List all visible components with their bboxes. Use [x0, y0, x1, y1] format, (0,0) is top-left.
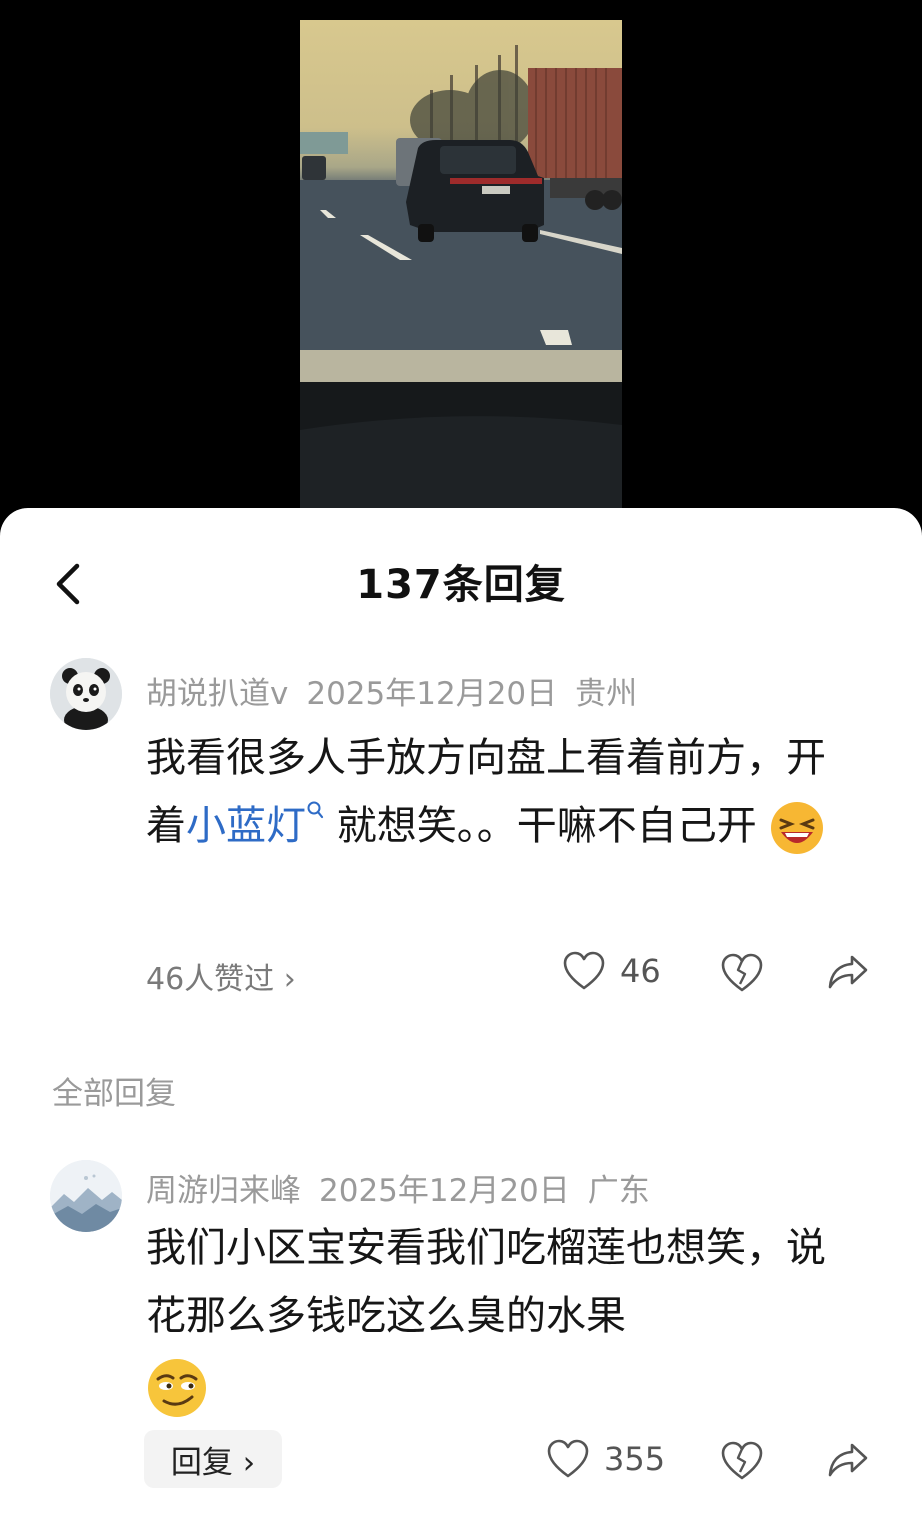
search-link-label: 小蓝灯 [186, 803, 306, 849]
search-link[interactable]: 小蓝灯 [186, 801, 324, 849]
heart-icon [547, 1439, 589, 1478]
heart-icon [563, 951, 605, 990]
comment-text: 我看很多人手放方向盘上看着前方，开着小蓝灯 就想笑。。干嘛不自己开 [146, 724, 846, 860]
share-button[interactable] [826, 952, 870, 992]
reply-username[interactable]: 周游归来峰 [146, 1173, 301, 1209]
search-icon [307, 801, 324, 819]
broken-heart-icon [721, 1441, 763, 1480]
reply-date: 2025年12月20日 [319, 1173, 570, 1209]
reply-text: 我们小区宝安看我们吃榴莲也想笑，说花那么多钱吃这么臭的水果 [146, 1214, 846, 1420]
comment-meta: 胡说扒道v 2025年12月20日 贵州 [146, 668, 655, 713]
reply-dislike-button[interactable] [720, 1440, 764, 1482]
reply-like-count: 355 [604, 1440, 666, 1478]
liked-by-link[interactable]: 46人赞过 › [146, 954, 296, 998]
avatar[interactable] [50, 658, 122, 730]
smirk-emoji-icon [148, 1359, 206, 1417]
like-count: 46 [620, 952, 661, 990]
video-player[interactable] [0, 0, 922, 540]
mountain-avatar-icon [50, 1160, 122, 1232]
reply-share-button[interactable] [826, 1440, 870, 1480]
reply-location: 广东 [587, 1173, 650, 1209]
panda-avatar-icon [50, 658, 122, 730]
reply-button[interactable]: 回复 › [144, 1430, 282, 1488]
comment-date: 2025年12月20日 [306, 676, 558, 712]
video-frame[interactable] [300, 20, 622, 510]
reply-like-button[interactable]: 355 [546, 1438, 665, 1480]
comment-location: 贵州 [575, 676, 638, 712]
reply-meta: 周游归来峰 2025年12月20日 广东 [146, 1165, 668, 1210]
share-icon [828, 955, 868, 989]
reply-avatar[interactable] [50, 1160, 122, 1232]
broken-heart-icon [721, 953, 763, 992]
comment-username[interactable]: 胡说扒道v [146, 676, 288, 712]
dislike-button[interactable] [720, 952, 764, 994]
reply-text-content: 我们小区宝安看我们吃榴莲也想笑，说花那么多钱吃这么臭的水果 [146, 1225, 826, 1339]
comment-text-part2: 就想笑。。干嘛不自己开 [324, 803, 757, 849]
page-title: 137条回复 [356, 562, 566, 608]
share-icon [828, 1443, 868, 1477]
like-button[interactable]: 46 [562, 950, 661, 992]
laughing-emoji-icon [771, 802, 824, 854]
all-replies-label: 全部回复 [52, 1076, 176, 1112]
